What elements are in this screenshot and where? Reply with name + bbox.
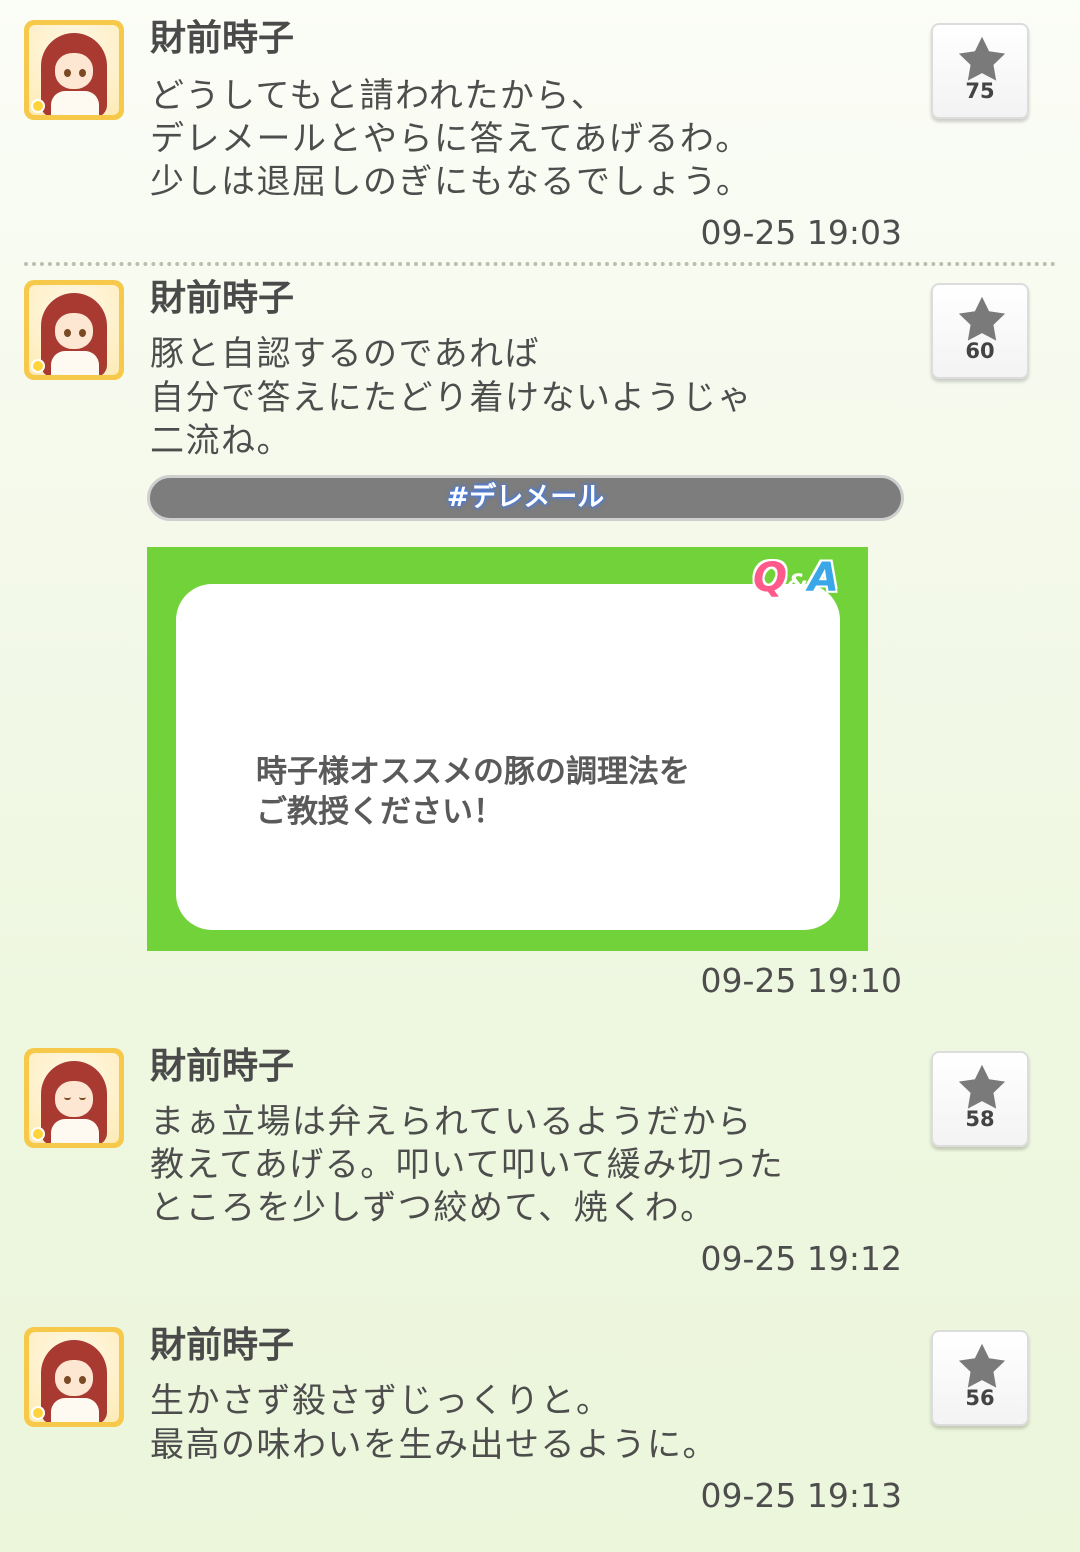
author-name[interactable]: 財前時子: [150, 1326, 294, 1366]
avatar-image: [29, 1332, 119, 1422]
star-count: 56: [965, 1386, 995, 1410]
post-4: 財前時子 生かさず殺さずじっくりと。 最高の味わいを生み出せるように。 09-2…: [0, 0, 1080, 1552]
star-button[interactable]: 56: [931, 1330, 1029, 1426]
message-line: 生かさず殺さずじっくりと。: [150, 1381, 612, 1421]
star-icon: [958, 1343, 1006, 1388]
message-line: 最高の味わいを生み出せるように。: [150, 1425, 718, 1465]
avatar[interactable]: [24, 1327, 124, 1427]
timestamp: 09-25 19:13: [700, 1476, 902, 1515]
